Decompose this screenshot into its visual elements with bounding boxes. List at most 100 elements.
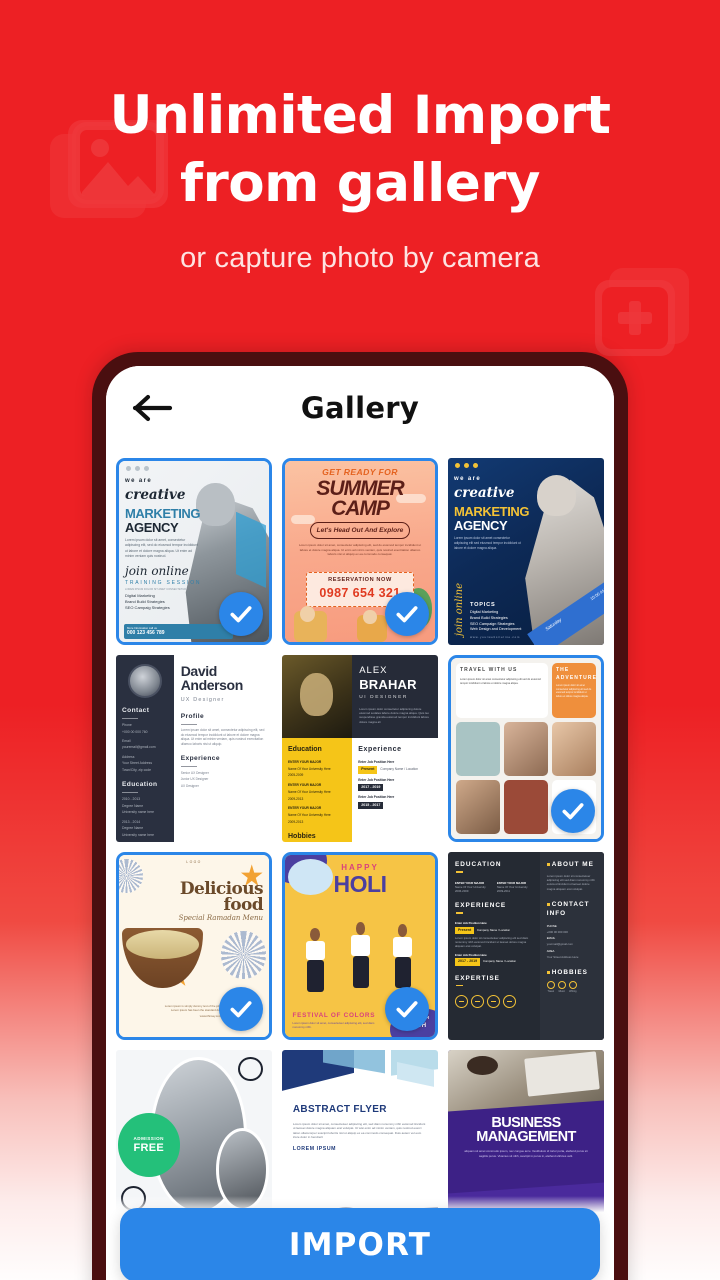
thumb-text: Name Of Your University Here <box>288 789 331 794</box>
gallery-grid: we are creative MARKETING AGENCY Lorem i… <box>106 450 614 1237</box>
thumb-text: TRAVEL WITH US <box>460 667 518 674</box>
thumb-text: 2015 - 2017 <box>358 801 384 810</box>
thumb-text: EXPERIENCE <box>455 902 507 910</box>
thumb-text: join online <box>454 582 465 636</box>
thumb-text: BRAHAR <box>359 677 417 693</box>
gallery-item[interactable]: we are creative MARKETING AGENCY Lorem i… <box>448 458 604 646</box>
thumb-text: ENTER YOUR MAJOR <box>288 806 322 811</box>
gallery-item[interactable]: GET READY FOR SUMMER CAMP Let's Head Out… <box>282 458 438 646</box>
thumb-text: ALEX <box>359 665 388 677</box>
thumb-text: LOREM IPSUM <box>292 1145 337 1152</box>
thumb-text: Education <box>122 781 158 789</box>
gallery-item[interactable]: EDUCATION ENTER YOUR MAJOR Name Of Your … <box>448 852 604 1040</box>
page-heading: Gallery <box>300 391 420 425</box>
thumb-text: Enter Job Position Here <box>358 795 395 800</box>
hero-subtitle: or capture photo by camera <box>180 241 540 274</box>
thumb-text: 2017 - 2019 <box>358 784 384 792</box>
thumb-text: Company Name / Location <box>476 928 511 933</box>
gallery-item[interactable]: HAPPY HOLI FESTIVAL OF COLORS Lorem ipsu… <box>282 852 438 1040</box>
thumb-text: Web Design and Development <box>470 627 522 632</box>
thumb-text: MARKETING <box>125 506 201 522</box>
back-arrow-icon[interactable] <box>132 393 174 423</box>
thumb-text: FESTIVAL OF COLORS <box>292 1012 376 1020</box>
thumb-text: food <box>223 895 264 916</box>
thumb-text: youremail@gmail.com <box>122 745 156 750</box>
thumb-text: aliquam sit amet commodo ipsum, nec cong… <box>464 1149 588 1158</box>
thumb-text: 2009-2013 <box>288 819 304 824</box>
thumb-text: Present <box>455 927 475 935</box>
check-circle-icon[interactable] <box>219 986 263 1031</box>
thumb-text: creative <box>454 485 515 501</box>
thumb-text: Lorem ipsum dolor sit amet consectetur a… <box>556 684 592 699</box>
thumb-text: RESERVATION NOW <box>328 576 392 583</box>
thumb-text: ENTER YOUR MAJOR <box>288 760 322 765</box>
thumb-text: creative <box>125 487 186 503</box>
thumb-text: ABSTRACT FLYER <box>292 1103 387 1115</box>
gallery-item[interactable]: TRAVEL WITH US Lorem ipsum dolor sit ame… <box>448 655 604 843</box>
thumb-text: Education <box>288 745 322 753</box>
thumb-text: Lorem ipsum dolor sit amet consectetur a… <box>460 677 541 685</box>
check-circle-icon[interactable] <box>219 592 263 637</box>
thumb-text: CONTACT INFO <box>546 900 590 918</box>
thumb-text: Enter Job Position Here <box>358 760 395 765</box>
thumb-text: 000 123 456 789 <box>127 629 165 636</box>
thumb-text: w w w . y o u r w e b s i t e l i n e . … <box>470 635 520 639</box>
thumb-text: 2017 - 2019 <box>455 958 481 966</box>
thumb-text: UX Designer <box>180 696 225 703</box>
thumb-text: MARKETING <box>454 504 530 520</box>
thumb-text: 2005-2009 <box>288 773 304 778</box>
thumb-text: Saturday <box>544 617 563 632</box>
thumb-text: EDUCATION <box>455 861 502 869</box>
check-circle-icon[interactable] <box>385 592 429 637</box>
thumb-text: Lorem ipsum dolor sit amet, consectetuer… <box>292 1020 375 1030</box>
thumb-text: Lorem ipsum dolor sit amet, consectetuer… <box>292 1121 426 1140</box>
thumb-text: ABOUT ME <box>551 861 594 869</box>
thumb-text: Enter Job Position Here <box>455 952 487 957</box>
thumb-text: TRAINING SESSION <box>125 580 202 587</box>
thumb-text: join online <box>125 564 189 579</box>
thumb-text: Contact <box>122 707 150 715</box>
thumb-text: University name here <box>122 832 155 837</box>
thumb-text: LOREM IPSUM DOLOR SIT AMET CONSECTETUR <box>125 587 187 591</box>
thumb-text: SUMMER <box>316 476 404 500</box>
thumb-text: 2009-2011 <box>496 888 511 893</box>
thumb-text: Town/City, zip code <box>122 767 151 772</box>
thumb-text: Enter Job Position Here <box>455 921 487 926</box>
check-circle-icon[interactable] <box>385 986 429 1031</box>
page-title: Unlimited Import from gallery <box>0 0 720 218</box>
thumb-text: Anderson <box>180 677 244 694</box>
thumb-text: Travel <box>547 990 555 994</box>
import-button[interactable]: IMPORT <box>120 1208 600 1280</box>
gallery-item[interactable]: Contact Phone +000 00 000 760 Email your… <box>116 655 272 843</box>
thumb-text: TOPICS <box>470 601 496 608</box>
thumb-text: Lorem ipsum dolor sit amet, consectetur … <box>180 727 265 747</box>
thumb-text: Experience <box>180 754 220 762</box>
thumb-text: Name Of Your University Here <box>288 766 331 771</box>
hero-title-line2: from gallery <box>180 152 540 214</box>
gallery-item[interactable]: LOGO Delicious food Special Ramadan Menu… <box>116 852 272 1040</box>
gallery-scroll-area[interactable]: we are creative MARKETING AGENCY Lorem i… <box>106 450 614 1280</box>
thumb-text: CAMP <box>331 496 390 520</box>
thumb-text: Lorem ipsum dolor sit amet, consectetur … <box>125 538 198 558</box>
thumb-text: THE ADVENTURE <box>556 667 596 681</box>
app-bar: Gallery <box>106 366 614 450</box>
thumb-text: 2006-2009 <box>455 888 469 893</box>
thumb-text: Lorem ipsum dolor sit consectetuer adipi… <box>546 873 595 891</box>
thumb-text: LOGO <box>186 860 202 865</box>
gallery-item[interactable]: we are creative MARKETING AGENCY Lorem i… <box>116 458 272 646</box>
thumb-text: Writing <box>569 990 577 994</box>
thumb-text: Lorem ipsum dolor sit amet consectetur a… <box>454 536 521 550</box>
phone-screen: Gallery we are creative MARKETING AGENCY… <box>106 366 614 1280</box>
thumb-text: +000 00 000 760 <box>122 729 148 734</box>
thumb-text: FREE <box>133 1141 165 1154</box>
thumb-text: Your Street Address Here <box>546 954 579 959</box>
thumb-text: Lorem ipsum dolor sit consectetuer adipi… <box>455 935 529 949</box>
phone-frame: Gallery we are creative MARKETING AGENCY… <box>92 352 628 1280</box>
thumb-text: MANAGEMENT <box>476 1128 576 1145</box>
thumb-text: Let's Head Out And Explore <box>309 522 411 540</box>
thumb-text: 10:00 AM <box>589 587 604 602</box>
thumb-text: HOLI <box>333 871 387 898</box>
thumb-text: SEO Campaig Strategies <box>125 605 170 611</box>
thumb-text: UI DESIGNER <box>359 695 408 701</box>
gallery-item[interactable]: ALEX BRAHAR UI DESIGNER Lorem ipsum dolo… <box>282 655 438 843</box>
